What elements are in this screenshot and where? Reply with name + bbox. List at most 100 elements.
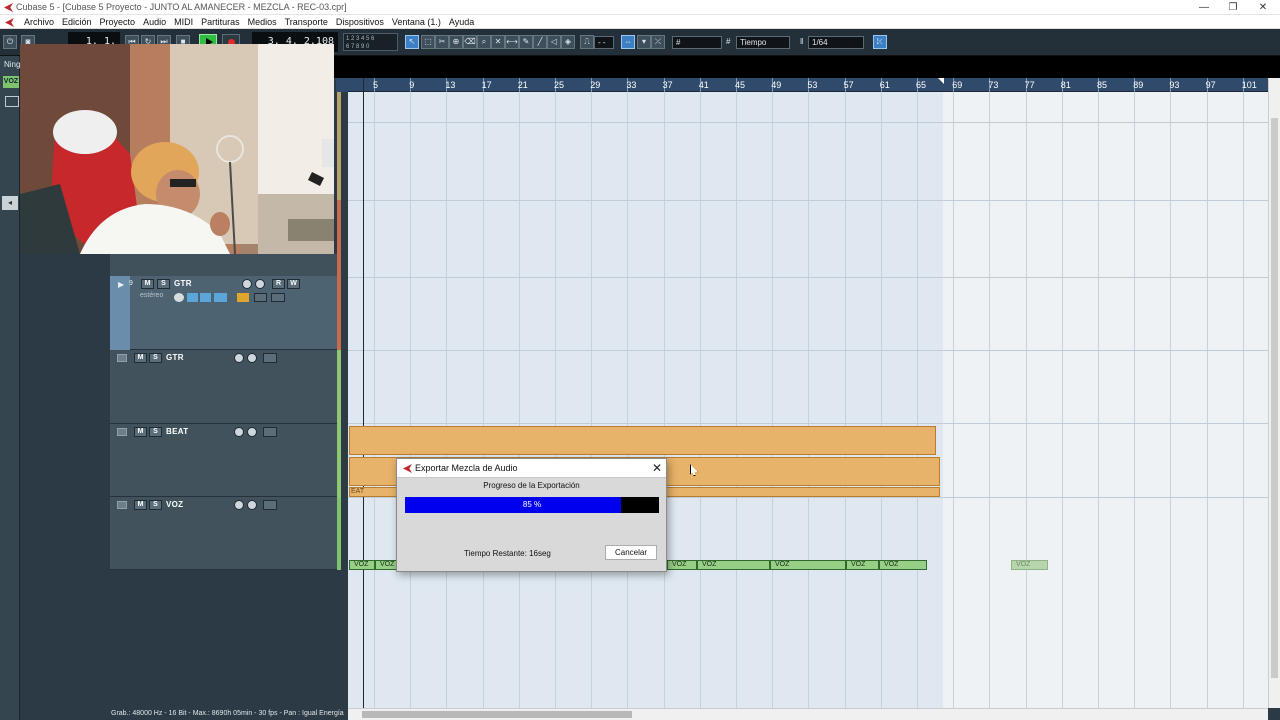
right-locator-icon[interactable]: [938, 78, 944, 84]
close-window-button[interactable]: ✕: [1249, 1, 1277, 14]
play-tool-icon[interactable]: ◁: [547, 35, 561, 49]
dialog-titlebar[interactable]: Exportar Mezcla de Audio ✕: [397, 459, 666, 477]
track-row-voz[interactable]: M S VOZ: [110, 497, 338, 570]
snap-zero-crossing-icon[interactable]: ⤫: [651, 35, 665, 49]
horizontal-scroll-thumb[interactable]: [362, 711, 632, 718]
expand-arrow-icon[interactable]: ▶: [118, 280, 124, 289]
track-name[interactable]: BEAT: [166, 427, 188, 436]
erase-tool-icon[interactable]: ⌫: [463, 35, 477, 49]
muted-voz-event[interactable]: VOZ: [1011, 560, 1048, 570]
record-enable-button[interactable]: [234, 353, 244, 363]
track-name[interactable]: GTR: [174, 279, 192, 288]
group-icon[interactable]: [263, 427, 277, 437]
menu-audio[interactable]: Audio: [139, 16, 170, 28]
solo-button[interactable]: S: [149, 500, 162, 510]
menu-medios[interactable]: Medios: [244, 16, 281, 28]
solo-button[interactable]: S: [149, 427, 162, 437]
track-row-beat[interactable]: M S BEAT: [110, 424, 338, 497]
marker-buttons[interactable]: 1 2 3 4 5 66 7 8 9 0: [343, 33, 398, 51]
monitor-icon[interactable]: [247, 427, 257, 437]
edit-icon[interactable]: [200, 293, 211, 302]
color-tool-icon[interactable]: ◈: [561, 35, 575, 49]
glue-tool-icon[interactable]: ⊕: [449, 35, 463, 49]
menu-ventana[interactable]: Ventana (1.): [388, 16, 445, 28]
inspector-track-name[interactable]: VOZ: [3, 76, 19, 88]
draw-tool-icon[interactable]: ✎: [519, 35, 533, 49]
menu-proyecto[interactable]: Proyecto: [96, 16, 140, 28]
group-icon[interactable]: [263, 353, 277, 363]
snap-mode-icon[interactable]: ▾: [637, 35, 651, 49]
voz-event[interactable]: VOZ: [349, 560, 375, 570]
mute-button[interactable]: M: [134, 427, 147, 437]
menu-edicion[interactable]: Edición: [58, 16, 96, 28]
record-enable-button[interactable]: [234, 500, 244, 510]
record-enable-button[interactable]: [242, 279, 252, 289]
split-tool-icon[interactable]: ✂: [435, 35, 449, 49]
solo-button[interactable]: S: [149, 353, 162, 363]
inspector-fold-icon[interactable]: [5, 96, 19, 107]
monitor-icon[interactable]: [255, 279, 265, 289]
automation-icon[interactable]: [271, 293, 285, 302]
timeline-ruler[interactable]: 5 9 13 17 21 25 29 33 37 41 45 49 53 57 61 65 69 73 77 81 85…: [348, 78, 1268, 92]
lanes-icon[interactable]: [187, 293, 198, 302]
cubase-menu-icon[interactable]: [5, 18, 14, 27]
folder-icon[interactable]: [117, 428, 127, 436]
voz-event[interactable]: VOZ: [846, 560, 879, 570]
colorize-icon[interactable]: ⤪: [873, 35, 887, 49]
snap-on-icon[interactable]: ⇔: [621, 35, 635, 49]
inspector-scroll-left-icon[interactable]: ◂: [2, 196, 18, 210]
grid-type-dropdown[interactable]: Tiempo: [736, 36, 790, 49]
zoom-tool-icon[interactable]: ⌕: [477, 35, 491, 49]
lock-icon[interactable]: [237, 293, 249, 302]
snap-dropdown[interactable]: - -: [594, 36, 614, 49]
monitor-icon[interactable]: [247, 500, 257, 510]
activate-project-button[interactable]: ⏻: [3, 35, 17, 49]
mute-button[interactable]: M: [134, 353, 147, 363]
quantize-dropdown[interactable]: 1/64: [808, 36, 864, 49]
beat-event[interactable]: [349, 426, 936, 455]
menu-archivo[interactable]: Archivo: [20, 16, 58, 28]
range-tool-icon[interactable]: ⬚: [421, 35, 435, 49]
minimize-button[interactable]: —: [1190, 1, 1218, 14]
menu-transporte[interactable]: Transporte: [281, 16, 332, 28]
dialog-close-icon[interactable]: ✕: [649, 460, 665, 476]
menu-midi[interactable]: MIDI: [170, 16, 197, 28]
grid-icon-dropdown[interactable]: #: [672, 36, 722, 49]
mute-button[interactable]: M: [141, 279, 154, 289]
event-display[interactable]: [348, 92, 1268, 708]
menu-ayuda[interactable]: Ayuda: [445, 16, 478, 28]
group-icon[interactable]: [263, 500, 277, 510]
menu-partituras[interactable]: Partituras: [197, 16, 244, 28]
phase-icon[interactable]: [174, 293, 184, 302]
vertical-scrollbar[interactable]: [1268, 78, 1280, 708]
voz-event[interactable]: VOZ: [879, 560, 927, 570]
vertical-scroll-thumb[interactable]: [1271, 118, 1278, 678]
solo-button[interactable]: S: [157, 279, 170, 289]
monitor-icon[interactable]: [247, 353, 257, 363]
track-name[interactable]: VOZ: [166, 500, 183, 509]
voz-event[interactable]: VOZ: [770, 560, 846, 570]
project-cursor[interactable]: [363, 78, 364, 708]
folder-icon[interactable]: [117, 354, 127, 362]
horizontal-scrollbar[interactable]: [348, 708, 1268, 720]
cancel-button[interactable]: Cancelar: [605, 545, 657, 560]
voz-event[interactable]: VOZ: [667, 560, 697, 570]
track-row-gtr-9[interactable]: ▶ 9 M S GTR R W estéreo: [110, 276, 338, 350]
voz-event[interactable]: VOZ: [697, 560, 770, 570]
track-row-gtr[interactable]: M S GTR: [110, 350, 338, 424]
channel-settings-icon[interactable]: [214, 293, 227, 302]
write-automation-button[interactable]: W: [287, 279, 300, 289]
autoscroll-icon[interactable]: ⎍: [580, 35, 594, 49]
mute-tool-icon[interactable]: ✕: [491, 35, 505, 49]
menu-dispositivos[interactable]: Dispositivos: [332, 16, 388, 28]
timewarp-tool-icon[interactable]: ⟷: [505, 35, 519, 49]
freeze-icon[interactable]: [254, 293, 267, 302]
record-enable-button[interactable]: [234, 427, 244, 437]
mute-button[interactable]: M: [134, 500, 147, 510]
folder-icon[interactable]: [117, 501, 127, 509]
read-automation-button[interactable]: R: [272, 279, 285, 289]
object-select-tool-icon[interactable]: ↖: [405, 35, 419, 49]
maximize-button[interactable]: ❐: [1219, 1, 1247, 14]
line-tool-icon[interactable]: ╱: [533, 35, 547, 49]
track-name[interactable]: GTR: [166, 353, 184, 362]
